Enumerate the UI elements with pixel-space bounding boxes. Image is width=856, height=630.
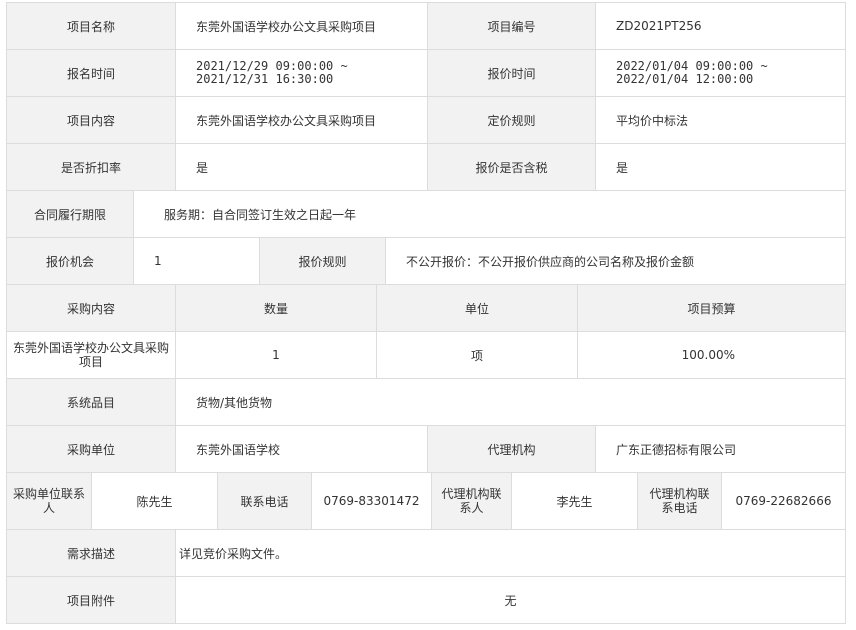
buyer-phone-value: 0769-83301472 [312,473,432,530]
unit-header: 单位 [377,285,578,332]
signup-time-label: 报名时间 [6,50,176,97]
project-content-label: 项目内容 [6,97,176,144]
discount-value: 是 [176,144,428,191]
contract-period-label: 合同履行期限 [6,191,134,238]
signup-time-value: 2021/12/29 09:00:00 ~ 2021/12/31 16:30:0… [176,50,428,97]
quote-rule-label: 报价规则 [260,238,386,285]
discount-label: 是否折扣率 [6,144,176,191]
buyer-contact-value: 陈先生 [92,473,218,530]
project-name-value: 东莞外国语学校办公文具采购项目 [176,2,428,50]
agency-contact-label: 代理机构联系人 [432,473,512,530]
agency-phone-value: 0769-22682666 [722,473,846,530]
quote-time-value: 2022/01/04 09:00:00 ~ 2022/01/04 12:00:0… [596,50,846,97]
quote-rule-value: 不公开报价：不公开报价供应商的公司名称及报价金额 [386,238,846,285]
row-category: 系统品目 货物/其他货物 [6,379,846,426]
project-name-label: 项目名称 [6,2,176,50]
procurement-content-cell: 东莞外国语学校办公文具采购项目 [6,332,176,379]
quantity-header: 数量 [176,285,377,332]
agency-contact-value: 李先生 [512,473,638,530]
attachment-value: 无 [176,577,846,624]
row-discount: 是否折扣率 是 报价是否含税 是 [6,144,846,191]
tax-included-value: 是 [596,144,846,191]
category-value: 货物/其他货物 [176,379,846,426]
project-code-value: ZD2021PT256 [596,2,846,50]
table-row: 东莞外国语学校办公文具采购项目 1 项 100.00% [6,332,846,379]
procurement-table-header: 采购内容 数量 单位 项目预算 [6,285,846,332]
requirement-value: 详见竞价采购文件。 [176,530,846,577]
buyer-contact-label: 采购单位联系人 [6,473,92,530]
budget-header: 项目预算 [578,285,846,332]
pricing-rule-label: 定价规则 [428,97,596,144]
quantity-cell: 1 [176,332,377,379]
row-buyer: 采购单位 东莞外国语学校 代理机构 广东正德招标有限公司 [6,426,846,473]
quote-chances-value: 1 [134,238,260,285]
agency-value: 广东正德招标有限公司 [596,426,846,473]
row-requirement: 需求描述 详见竞价采购文件。 [6,530,846,577]
project-content-value: 东莞外国语学校办公文具采购项目 [176,97,428,144]
attachment-label: 项目附件 [6,577,176,624]
row-contacts: 采购单位联系人 陈先生 联系电话 0769-83301472 代理机构联系人 李… [6,473,846,530]
pricing-rule-value: 平均价中标法 [596,97,846,144]
buyer-phone-label: 联系电话 [218,473,312,530]
agency-label: 代理机构 [428,426,596,473]
row-quote-chances: 报价机会 1 报价规则 不公开报价：不公开报价供应商的公司名称及报价金额 [6,238,846,285]
quote-chances-label: 报价机会 [6,238,134,285]
agency-phone-label: 代理机构联系电话 [638,473,722,530]
row-signup-time: 报名时间 2021/12/29 09:00:00 ~ 2021/12/31 16… [6,50,846,97]
buyer-value: 东莞外国语学校 [176,426,428,473]
procurement-content-header: 采购内容 [6,285,176,332]
buyer-label: 采购单位 [6,426,176,473]
requirement-label: 需求描述 [6,530,176,577]
row-project-name: 项目名称 东莞外国语学校办公文具采购项目 项目编号 ZD2021PT256 [6,2,846,50]
project-info-table: 项目名称 东莞外国语学校办公文具采购项目 项目编号 ZD2021PT256 报名… [6,2,846,624]
row-project-content: 项目内容 东莞外国语学校办公文具采购项目 定价规则 平均价中标法 [6,97,846,144]
contract-period-value: 服务期：自合同签订生效之日起一年 [134,191,846,238]
project-code-label: 项目编号 [428,2,596,50]
unit-cell: 项 [377,332,578,379]
tax-included-label: 报价是否含税 [428,144,596,191]
row-attachment: 项目附件 无 [6,577,846,624]
category-label: 系统品目 [6,379,176,426]
budget-cell: 100.00% [578,332,846,379]
row-contract-period: 合同履行期限 服务期：自合同签订生效之日起一年 [6,191,846,238]
quote-time-label: 报价时间 [428,50,596,97]
